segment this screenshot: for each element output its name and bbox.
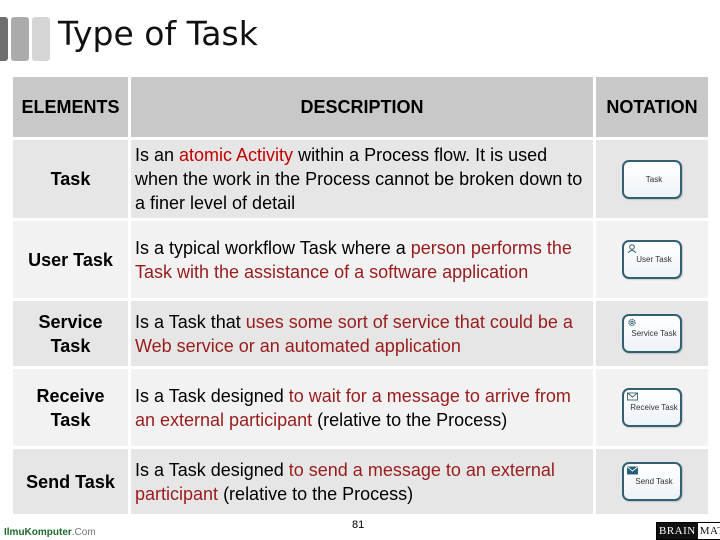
bpmn-task-shape: Service Task — [622, 314, 682, 353]
element-notation: Task — [596, 140, 708, 218]
description-text: Is an — [135, 145, 180, 165]
element-description: Is a typical workflow Task where a perso… — [131, 221, 593, 298]
bpmn-task-label: Task — [645, 174, 663, 184]
table-header-row: ELEMENTS DESCRIPTION NOTATION — [13, 77, 708, 137]
description-highlight: atomic Activity — [179, 145, 294, 165]
header-elements: ELEMENTS — [13, 77, 128, 137]
table-row: Send Task Is a Task designed to send a me… — [13, 449, 708, 514]
element-name: Service Task — [13, 301, 128, 366]
task-types-table: ELEMENTS DESCRIPTION NOTATION Task Is an … — [13, 77, 708, 517]
header-description: DESCRIPTION — [131, 77, 593, 137]
element-description: Is an atomic Activity within a Process f… — [131, 140, 593, 218]
element-name: User Task — [13, 221, 128, 298]
bpmn-task-label: Service Task — [631, 329, 677, 338]
table-row: Task Is an atomic Activity within a Proce… — [13, 140, 708, 218]
description-text: (relative to the Process) — [218, 483, 414, 504]
element-name-text: Task — [50, 169, 91, 189]
header-notation: NOTATION — [596, 77, 708, 137]
bpmn-task-shape: Send Task — [622, 462, 682, 501]
bpmn-task-label: Send Task — [635, 477, 673, 486]
element-name: Receive Task — [13, 369, 128, 446]
brand-logo-part-a: BRAIN — [657, 523, 698, 539]
element-description: Is a Task that uses some sort of service… — [131, 301, 593, 366]
logo-text-main: IlmuKomputer — [4, 527, 72, 538]
description-text: (relative to the Process) — [312, 409, 508, 430]
element-name-text: User Task — [28, 249, 113, 270]
table-row: User Task Is a typical workflow Task wher… — [13, 221, 708, 298]
description-text: Is a Task designed — [135, 385, 289, 406]
element-description: Is a Task designed to send a message to … — [131, 449, 593, 514]
logo-text-domain: .Com — [71, 527, 96, 538]
ilmukomputer-logo: IlmuKomputer.Com — [4, 527, 96, 538]
element-description: Is a Task designed to wait for a message… — [131, 369, 593, 446]
element-notation: Service Task — [596, 301, 708, 366]
brand-logo-part-b: MATICS — [697, 523, 720, 539]
description-text: Is a Task designed — [135, 459, 289, 480]
bpmn-task-shape: Receive Task — [622, 388, 682, 427]
element-name: Task — [13, 140, 128, 218]
table-row: Service Task Is a Task that uses some sor… — [13, 301, 708, 366]
page-number: 81 — [352, 519, 365, 531]
description-text: Is a typical workflow Task where a — [135, 237, 411, 258]
bpmn-task-shape: Task — [622, 159, 682, 199]
element-name-text: Receive Task — [36, 385, 105, 430]
element-name-text: Service Task — [38, 311, 103, 356]
element-notation: User Task — [596, 221, 708, 298]
title-bar-decoration-light — [32, 17, 50, 61]
element-notation: Receive Task — [596, 369, 708, 446]
brainmatics-logo: BRAINMATICS — [656, 522, 720, 540]
table-row: Receive Task Is a Task designed to wait f… — [13, 369, 708, 446]
title-bar-decoration-mid — [11, 17, 29, 61]
bpmn-task-label: Receive Task — [630, 403, 678, 412]
description-text: Is a Task that — [135, 311, 246, 332]
element-name: Send Task — [13, 449, 128, 514]
bpmn-task-shape: User Task — [622, 240, 682, 279]
element-name-text: Send Task — [26, 471, 115, 492]
slide-title: Type of Task — [58, 14, 258, 53]
element-notation: Send Task — [596, 449, 708, 514]
title-bar-decoration-dark — [0, 17, 8, 61]
bpmn-task-label: User Task — [636, 255, 672, 264]
